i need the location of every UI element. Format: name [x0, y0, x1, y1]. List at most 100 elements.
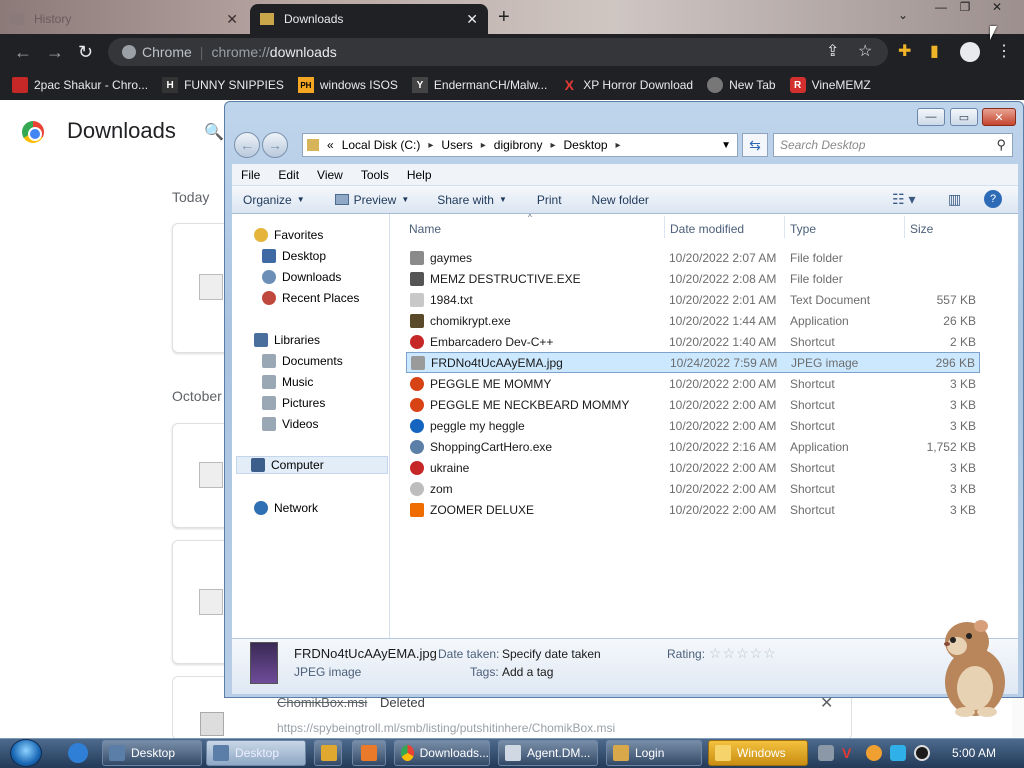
extensions-icon[interactable]: ✚	[898, 41, 911, 61]
taskbar-media-player[interactable]	[314, 740, 342, 766]
column-header-name[interactable]: Name	[409, 222, 441, 236]
new-folder-button[interactable]: New folder	[581, 193, 660, 207]
file-row[interactable]: MEMZ DESTRUCTIVE.EXE 10/20/2022 2:08 AM …	[406, 269, 980, 289]
nav-videos[interactable]: Videos	[262, 417, 318, 431]
menu-help[interactable]: Help	[398, 168, 441, 182]
print-button[interactable]: Print	[526, 193, 573, 207]
chevron-right-icon[interactable]: ▸	[550, 140, 555, 151]
nav-network[interactable]: Network	[254, 501, 318, 515]
bookmark-windows-isos[interactable]: PH windows ISOS	[297, 77, 398, 93]
tray-search-icon[interactable]	[866, 745, 882, 761]
organize-button[interactable]: Organize ▼	[232, 193, 316, 207]
maximize-icon[interactable]: ▭	[950, 108, 978, 126]
view-options-icon[interactable]: ☷ ▾	[892, 191, 915, 208]
chevron-down-icon[interactable]: ⌄	[898, 8, 908, 22]
restore-icon[interactable]: ❐	[954, 0, 976, 18]
search-icon[interactable]: ⚲	[996, 137, 1006, 153]
taskbar-button-login[interactable]: Login	[606, 740, 702, 766]
bookmark-star-icon[interactable]: ☆	[858, 41, 872, 61]
chevron-right-icon[interactable]: ▸	[481, 140, 486, 151]
tray-media-icon[interactable]	[914, 745, 930, 761]
preview-button[interactable]: Preview ▼	[324, 193, 421, 207]
column-divider[interactable]	[664, 216, 665, 238]
bookmark-new-tab[interactable]: New Tab	[707, 77, 776, 93]
taskbar-button-windows[interactable]: Windows	[708, 740, 808, 766]
nav-pictures[interactable]: Pictures	[262, 396, 325, 410]
taskbar-button-agent[interactable]: Agent.DM...	[498, 740, 598, 766]
ie-icon[interactable]	[68, 743, 88, 763]
breadcrumb-item[interactable]: Desktop	[564, 138, 608, 152]
breadcrumb-item[interactable]: Local Disk (C:)	[342, 138, 421, 152]
download-card[interactable]	[172, 223, 232, 353]
close-window-icon[interactable]: ✕	[982, 108, 1016, 126]
system-clock[interactable]: 5:00 AM	[952, 746, 996, 760]
download-card[interactable]	[172, 540, 232, 664]
date-taken-value[interactable]: Specify date taken	[502, 647, 601, 661]
tab-downloads[interactable]: Downloads ✕	[250, 4, 488, 34]
column-divider[interactable]	[784, 216, 785, 238]
file-row[interactable]: zom 10/20/2022 2:00 AM Shortcut 3 KB	[406, 479, 980, 499]
share-icon[interactable]: ⇪	[826, 41, 839, 61]
column-divider[interactable]	[904, 216, 905, 238]
back-icon[interactable]: ←	[234, 132, 260, 158]
chevron-right-icon[interactable]: ▸	[428, 140, 433, 151]
nav-computer[interactable]: Computer	[236, 456, 388, 474]
column-header-date[interactable]: Date modified	[670, 222, 744, 236]
menu-view[interactable]: View	[308, 168, 352, 182]
refresh-icon[interactable]: ⇆	[742, 133, 768, 157]
file-row[interactable]: gaymes 10/20/2022 2:07 AM File folder	[406, 248, 980, 268]
file-row[interactable]: peggle my heggle 10/20/2022 2:00 AM Shor…	[406, 416, 980, 436]
menu-edit[interactable]: Edit	[269, 168, 308, 182]
close-icon[interactable]: ✕	[226, 11, 238, 28]
search-icon[interactable]: 🔍	[204, 122, 224, 142]
search-input[interactable]: Search Desktop ⚲	[773, 133, 1013, 157]
side-panel-icon[interactable]: ▮	[930, 41, 939, 61]
bookmark-xp-horror[interactable]: X XP Horror Download	[561, 77, 694, 93]
address-bar[interactable]: Chrome | chrome:// downloads	[108, 38, 888, 66]
address-breadcrumb[interactable]: « Local Disk (C:) ▸ Users ▸ digibrony ▸ Des…	[302, 133, 738, 157]
rating-stars[interactable]: ☆☆☆☆☆	[709, 645, 777, 662]
nav-libraries[interactable]: Libraries	[254, 333, 320, 347]
file-row[interactable]: ShoppingCartHero.exe 10/20/2022 2:16 AM …	[406, 437, 980, 457]
close-icon[interactable]: ✕	[466, 11, 478, 28]
minimize-icon[interactable]: —	[930, 0, 952, 18]
column-header-size[interactable]: Size	[910, 222, 933, 236]
tab-history[interactable]: History ✕	[0, 4, 248, 34]
start-button[interactable]	[10, 739, 42, 767]
chevron-right-icon[interactable]: ▸	[616, 140, 621, 151]
bookmark-vinememz[interactable]: R VineMEMZ	[789, 77, 871, 93]
menu-tools[interactable]: Tools	[352, 168, 398, 182]
profile-avatar-icon[interactable]	[960, 42, 980, 62]
file-row[interactable]: ukraine 10/20/2022 2:00 AM Shortcut 3 KB	[406, 458, 980, 478]
menu-kebab-icon[interactable]: ⋮	[996, 41, 1012, 61]
back-icon[interactable]: ←	[14, 42, 32, 63]
taskbar-app[interactable]	[352, 740, 386, 766]
tray-app-icon[interactable]	[818, 745, 834, 761]
column-header-type[interactable]: Type	[790, 222, 816, 236]
download-url[interactable]: https://spybeingtroll.ml/smb/listing/put…	[277, 721, 615, 735]
nav-downloads[interactable]: Downloads	[262, 270, 341, 284]
close-window-icon[interactable]: ✕	[986, 0, 1008, 18]
nav-desktop[interactable]: Desktop	[262, 249, 326, 263]
tray-v-icon[interactable]: V	[842, 745, 858, 761]
file-row[interactable]: PEGGLE ME MOMMY 10/20/2022 2:00 AM Short…	[406, 374, 980, 394]
file-row[interactable]: 1984.txt 10/20/2022 2:01 AM Text Documen…	[406, 290, 980, 310]
taskbar-button-chrome[interactable]: Downloads...	[394, 740, 490, 766]
minimize-icon[interactable]: —	[917, 108, 945, 126]
reload-icon[interactable]: ↻	[78, 42, 93, 63]
bookmark-2pac[interactable]: 2pac Shakur - Chro...	[12, 77, 148, 93]
file-row[interactable]: Embarcadero Dev-C++ 10/20/2022 1:40 AM S…	[406, 332, 980, 352]
preview-pane-icon[interactable]: ▥	[948, 191, 961, 208]
bookmark-endermanch[interactable]: Y EndermanCH/Malw...	[411, 77, 547, 93]
breadcrumb-item[interactable]: Users	[441, 138, 472, 152]
chevron-down-icon[interactable]: ▼	[721, 140, 731, 151]
new-tab-button[interactable]: +	[498, 6, 510, 29]
taskbar-button-desktop-active[interactable]: Desktop	[206, 740, 306, 766]
breadcrumb-item[interactable]: digibrony	[494, 138, 543, 152]
download-card[interactable]	[172, 423, 232, 528]
overflow-chevron[interactable]: «	[327, 138, 334, 152]
forward-icon[interactable]: →	[46, 42, 64, 63]
nav-documents[interactable]: Documents	[262, 354, 343, 368]
nav-favorites[interactable]: Favorites	[254, 228, 323, 242]
tray-monitor-icon[interactable]	[890, 745, 906, 761]
